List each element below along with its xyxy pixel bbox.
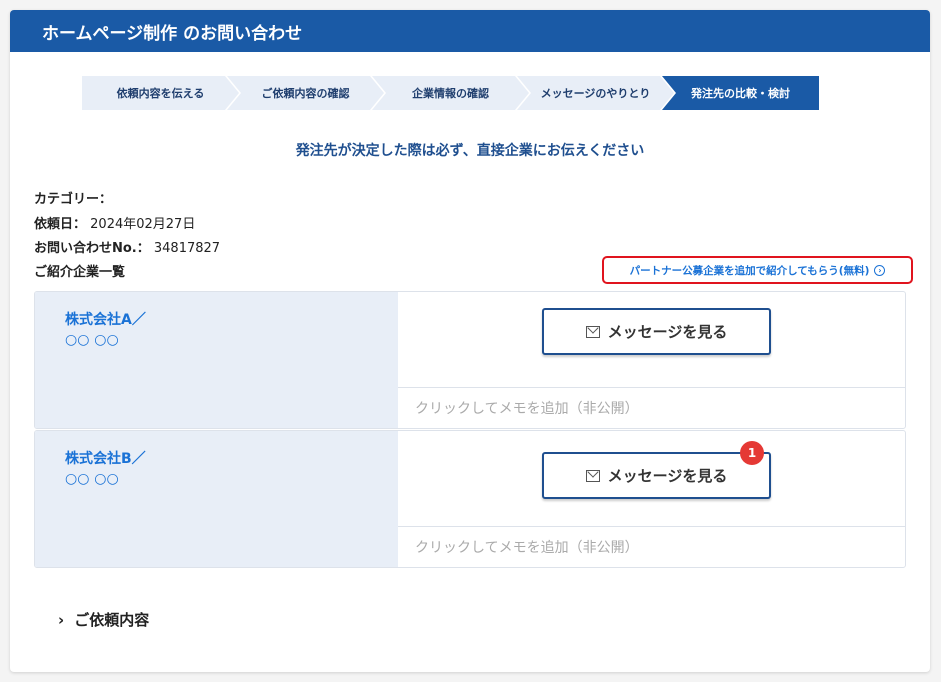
company-name: 株式会社B／ xyxy=(65,451,146,467)
company-name: 株式会社A／ xyxy=(65,312,146,328)
inquiry-no-label: お問い合わせNo.： xyxy=(34,241,150,256)
accordion-label: ご依頼内容 xyxy=(74,611,150,629)
view-message-button[interactable]: メッセージを見る xyxy=(542,452,771,499)
mail-icon xyxy=(585,469,600,482)
category-label: カテゴリー： xyxy=(34,192,113,207)
step-3: 企業情報の確認 xyxy=(372,76,529,110)
add-partner-link-label: パートナー公募企業を追加で紹介してもらう(無料) xyxy=(629,264,870,277)
category-line: カテゴリー： xyxy=(34,188,112,207)
step-4: メッセージのやりとり xyxy=(517,76,674,110)
chevron-right-icon: › xyxy=(58,610,65,629)
contact-person: ○○ ○○ xyxy=(65,471,119,487)
company-info: 株式会社B／ ○○ ○○ xyxy=(35,431,398,567)
company-row: 株式会社B／ ○○ ○○ メッセージを見る 1 クリックしてメモを追加（非公開） xyxy=(34,430,906,568)
inquiry-no-value: 34817827 xyxy=(153,241,221,256)
progress-steps: 依頼内容を伝える ご依頼内容の確認 企業情報の確認 メッセージのやりとり 発注先… xyxy=(82,76,819,110)
contact-person: ○○ ○○ xyxy=(65,332,119,348)
add-partner-link[interactable]: パートナー公募企業を追加で紹介してもらう(無料) › xyxy=(602,256,913,284)
inquiry-no-line: お問い合わせNo.： 34817827 xyxy=(34,237,220,256)
unread-badge: 1 xyxy=(740,441,764,465)
view-message-button[interactable]: メッセージを見る xyxy=(542,308,771,355)
company-row: 株式会社A／ ○○ ○○ メッセージを見る クリックしてメモを追加（非公開） xyxy=(34,291,906,429)
step-2: ご依頼内容の確認 xyxy=(227,76,384,110)
memo-input[interactable]: クリックしてメモを追加（非公開） xyxy=(398,526,905,567)
memo-input[interactable]: クリックしてメモを追加（非公開） xyxy=(398,387,905,428)
company-info: 株式会社A／ ○○ ○○ xyxy=(35,292,398,428)
date-line: 依頼日： 2024年02月27日 xyxy=(34,213,195,232)
page-title: ホームページ制作 のお問い合わせ xyxy=(10,10,930,52)
notice-text: 発注先が決定した際は必ず、直接企業にお伝えください xyxy=(295,143,645,159)
mail-icon xyxy=(585,325,600,338)
company-list-heading: ご紹介企業一覧 xyxy=(34,261,125,280)
view-message-label: メッセージを見る xyxy=(607,323,728,341)
company-list-label: ご紹介企業一覧 xyxy=(34,265,126,280)
date-label: 依頼日： xyxy=(34,217,87,232)
view-message-label: メッセージを見る xyxy=(607,467,728,485)
step-1: 依頼内容を伝える xyxy=(82,76,239,110)
request-details-accordion[interactable]: › ご依頼内容 xyxy=(58,609,149,630)
step-5-active: 発注先の比較・検討 xyxy=(662,76,819,110)
date-value: 2024年02月27日 xyxy=(90,217,196,232)
chevron-right-circle-icon: › xyxy=(874,264,886,276)
inquiry-card: ホームページ制作 のお問い合わせ 依頼内容を伝える ご依頼内容の確認 企業情報の… xyxy=(10,10,930,672)
